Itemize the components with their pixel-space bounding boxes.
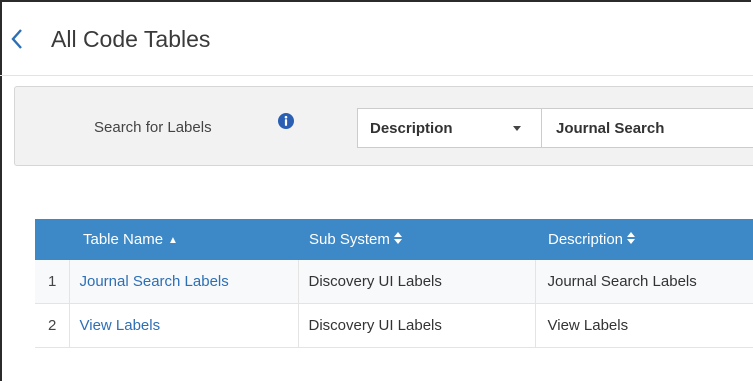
row-index: 1	[35, 260, 70, 304]
table-header-row: Table Name ▲ Sub System Description	[35, 219, 753, 260]
column-header-sub-system[interactable]: Sub System	[298, 219, 535, 260]
search-field-select[interactable]: Description	[357, 108, 542, 148]
row-index: 2	[35, 303, 70, 348]
table-name-link[interactable]: View Labels	[80, 317, 161, 334]
column-header-label: Description	[548, 231, 624, 248]
page-title: All Code Tables	[51, 26, 211, 52]
page-header: All Code Tables	[0, 0, 753, 76]
column-header-table-name[interactable]: Table Name ▲	[69, 219, 298, 260]
sub-system-cell: Discovery UI Labels	[298, 260, 536, 304]
sort-icon	[627, 232, 636, 245]
sort-icon	[393, 232, 402, 245]
sort-ascending-icon: ▲	[168, 235, 178, 246]
column-header-description[interactable]: Description	[535, 219, 753, 260]
description-cell: Journal Search Labels	[535, 260, 753, 304]
table-row: 2 View Labels Discovery UI Labels View L…	[35, 303, 753, 348]
search-field-value: Description	[370, 120, 453, 137]
search-panel: Search for Labels Description	[14, 86, 753, 166]
search-input[interactable]	[541, 108, 753, 148]
column-header-index	[35, 219, 69, 260]
info-icon[interactable]	[278, 113, 294, 129]
code-tables-grid: Table Name ▲ Sub System Description 1 Jou…	[35, 219, 753, 348]
table-row: 1 Journal Search Labels Discovery UI Lab…	[35, 260, 753, 304]
search-label: Search for Labels	[94, 119, 212, 136]
column-header-label: Table Name	[83, 231, 164, 248]
column-header-label: Sub System	[309, 231, 390, 248]
chevron-left-icon[interactable]	[9, 26, 25, 52]
description-cell: View Labels	[535, 303, 753, 348]
sub-system-cell: Discovery UI Labels	[298, 303, 536, 348]
caret-down-icon	[513, 126, 521, 131]
table-name-link[interactable]: Journal Search Labels	[80, 273, 229, 290]
